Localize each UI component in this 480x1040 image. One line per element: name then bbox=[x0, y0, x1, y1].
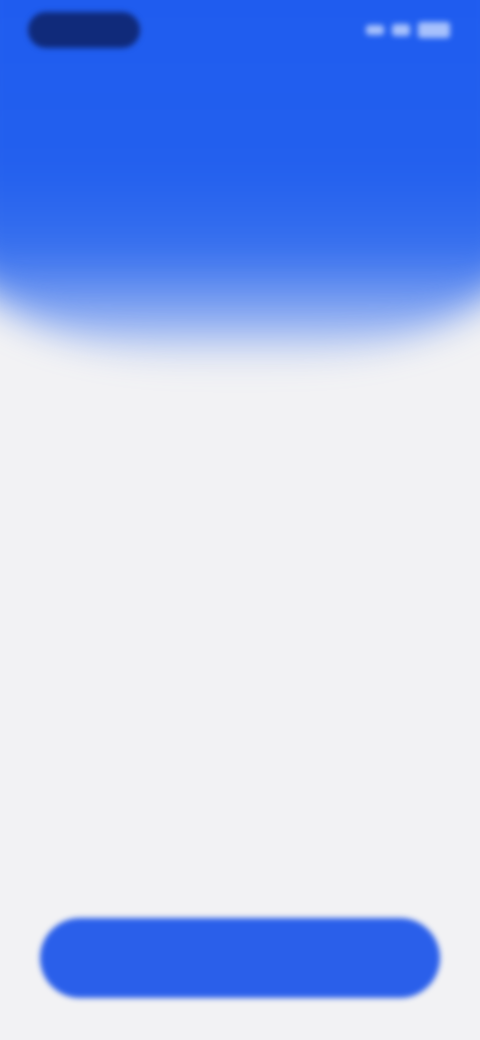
signal-icon bbox=[366, 25, 384, 35]
onboarding-screen bbox=[0, 0, 480, 1040]
status-icons bbox=[354, 18, 450, 42]
status-bar bbox=[0, 0, 480, 60]
status-time bbox=[28, 12, 140, 48]
onboarding-text bbox=[34, 462, 434, 470]
continue-button[interactable] bbox=[40, 918, 440, 998]
wifi-icon bbox=[392, 24, 410, 36]
battery-icon bbox=[418, 22, 450, 38]
